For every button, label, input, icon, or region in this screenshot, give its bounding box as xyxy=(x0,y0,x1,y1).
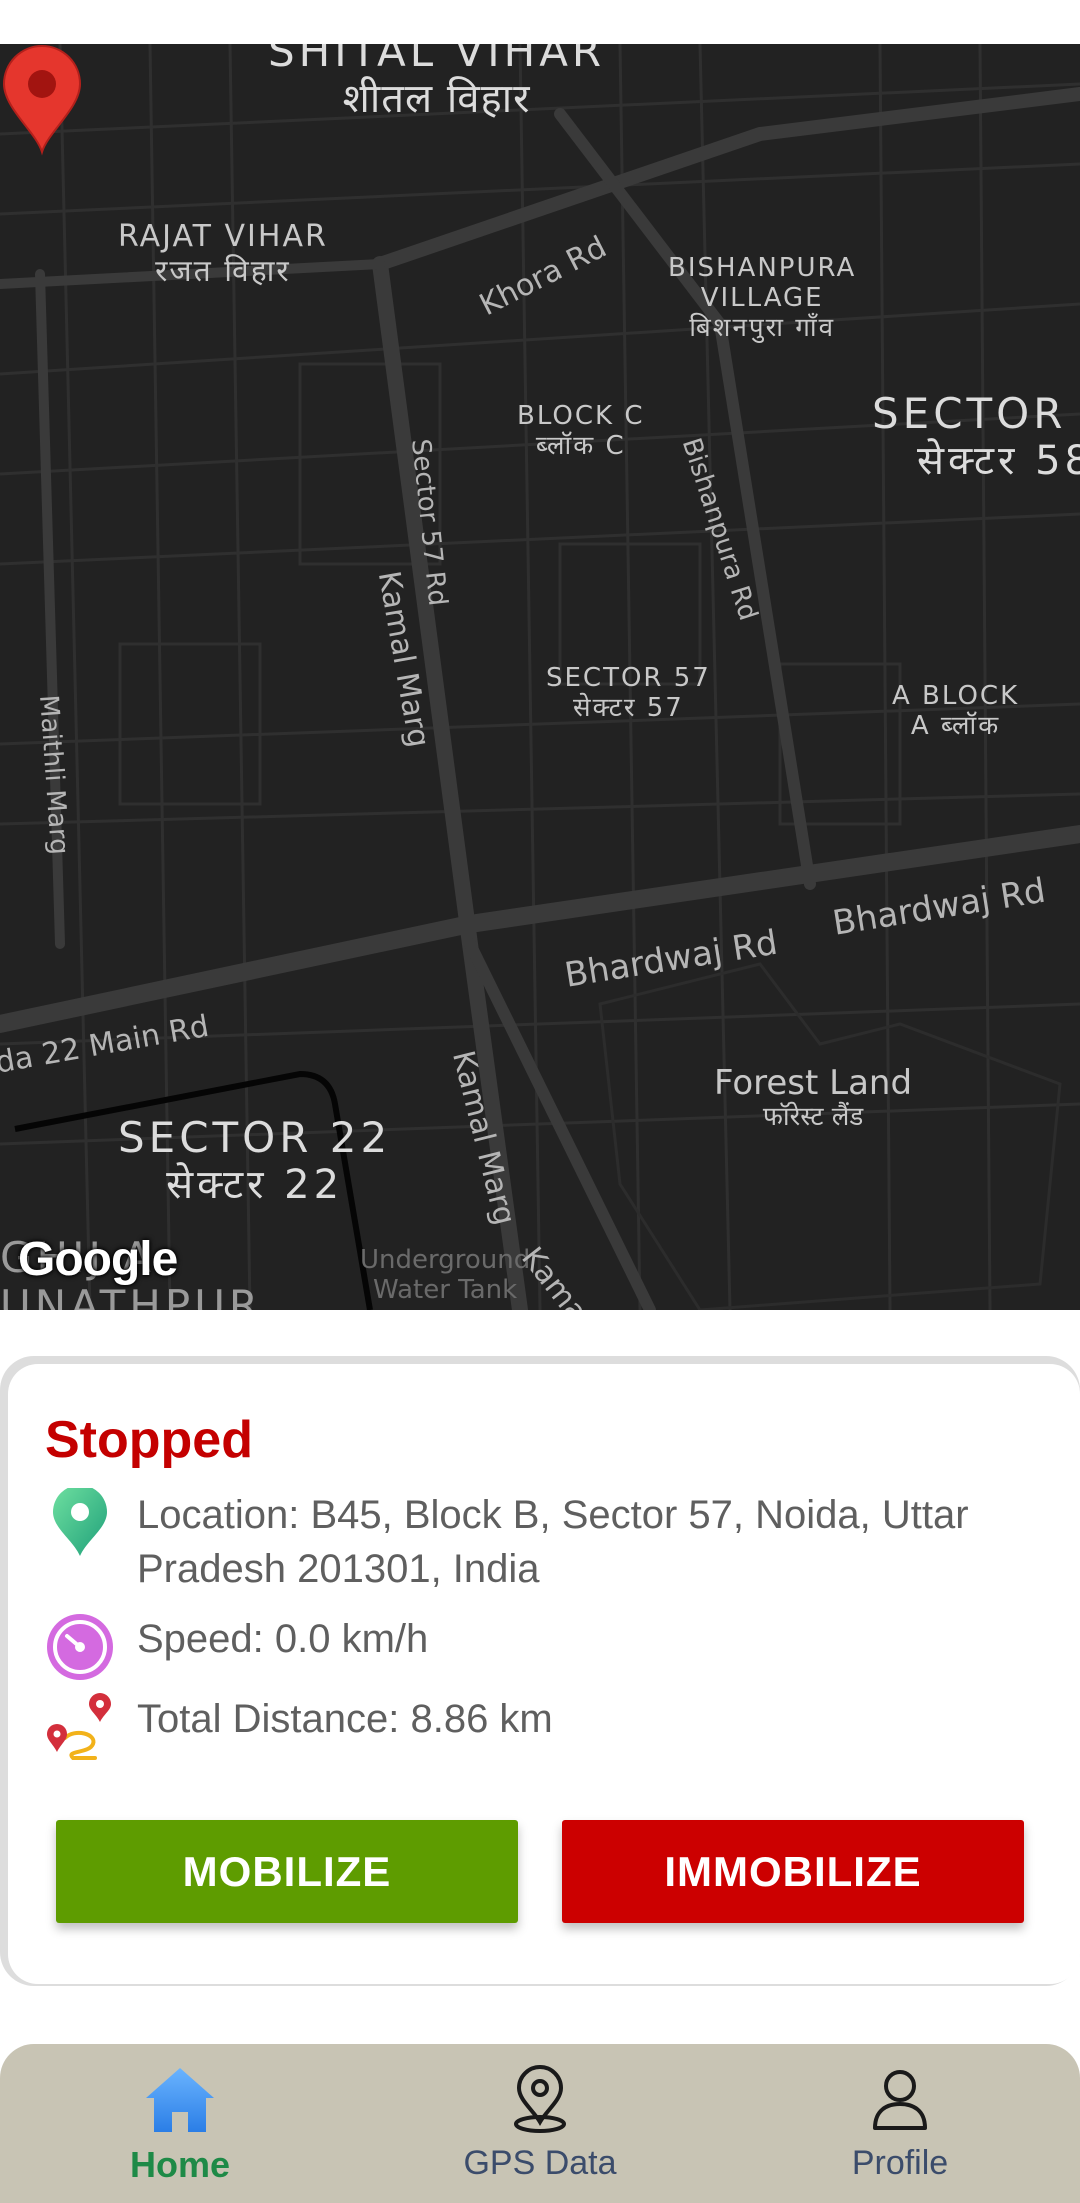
nav-label-gps-data: GPS Data xyxy=(463,2144,617,2182)
vehicle-status: Stopped xyxy=(45,1411,253,1469)
mobilize-button[interactable]: MOBILIZE xyxy=(56,1820,518,1923)
nav-item-gps-data[interactable]: GPS Data xyxy=(390,2044,690,2203)
person-icon xyxy=(873,2070,927,2130)
map-marker-icon[interactable] xyxy=(0,44,84,156)
location-text: Location: B45, Block B, Sector 57, Noida… xyxy=(137,1493,969,1591)
map-label-sector-22: SECTOR 22 सेक्टर 22 xyxy=(118,1113,392,1209)
map-label-sector-57: SECTOR 57 सेक्टर 57 xyxy=(546,663,711,723)
status-bar xyxy=(0,0,1080,44)
map-label-a-block: A BLOCK A ब्लॉक xyxy=(892,681,1020,741)
map-label-block-c: BLOCK C ब्लॉक C xyxy=(517,401,645,461)
route-distance-icon xyxy=(47,1693,111,1760)
speed-row: Speed: 0.0 km/h xyxy=(45,1612,1017,1682)
map-label-sector-58: SECTOR सेक्टर 58 xyxy=(872,389,1080,485)
map-label-shital-vihar: SHITAL VIHAR शीतल विहार xyxy=(268,44,606,123)
location-row: Location: B45, Block B, Sector 57, Noida… xyxy=(45,1488,1017,1596)
home-icon xyxy=(146,2068,214,2132)
location-pin-icon xyxy=(514,2065,566,2133)
nav-item-home[interactable]: Home xyxy=(30,2044,330,2203)
map-label-forest-land: Forest Land फॉरेस्ट लैंड xyxy=(714,1063,913,1133)
distance-text: Total Distance: 8.86 km xyxy=(137,1697,553,1741)
immobilize-button[interactable]: IMMOBILIZE xyxy=(562,1820,1024,1923)
bottom-navigation-bar: Home GPS Data Profile xyxy=(0,2044,1080,2203)
map-label-rajat-vihar: RAJAT VIHAR रजत विहार xyxy=(118,219,328,289)
nav-item-profile[interactable]: Profile xyxy=(750,2044,1050,2203)
map-label-underground-tank: Underground Water Tank xyxy=(360,1245,531,1305)
map-label-bishanpura-village: BISHANPURA VILLAGE बिशनपुरा गाँव xyxy=(668,253,857,343)
location-marker-icon xyxy=(53,1488,107,1556)
speedometer-icon xyxy=(47,1614,113,1680)
map-view[interactable]: SHITAL VIHAR शीतल विहार RAJAT VIHAR रजत … xyxy=(0,44,1080,1310)
nav-label-profile: Profile xyxy=(851,2144,949,2182)
distance-row: Total Distance: 8.86 km xyxy=(45,1692,1017,1762)
google-attribution-logo: Google xyxy=(18,1233,178,1286)
nav-label-home: Home xyxy=(129,2144,231,2185)
speed-text: Speed: 0.0 km/h xyxy=(137,1617,429,1661)
